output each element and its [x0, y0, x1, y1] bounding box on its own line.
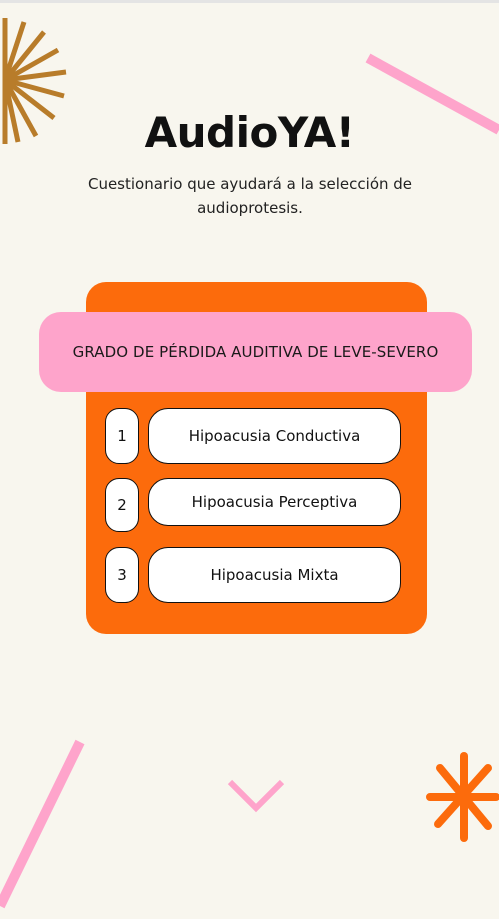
- option-number-1: 1: [105, 408, 139, 464]
- option-number-2: 2: [105, 478, 139, 532]
- option-button-1[interactable]: Hipoacusia Conductiva: [148, 408, 401, 464]
- option-button-3[interactable]: Hipoacusia Mixta: [148, 547, 401, 603]
- asterisk-icon: [426, 752, 499, 842]
- question-heading: GRADO DE PÉRDIDA AUDITIVA DE LEVE-SEVERO: [39, 312, 472, 392]
- app-title: AudioYA!: [144, 108, 355, 157]
- pink-diagonal-decoration: [0, 739, 85, 909]
- status-bar-strip: [0, 0, 499, 3]
- option-number-3: 3: [105, 547, 139, 603]
- option-button-2[interactable]: Hipoacusia Perceptiva: [148, 478, 401, 526]
- app-subtitle: Cuestionario que ayudará a la selección …: [87, 175, 413, 217]
- chevron-down-icon[interactable]: [226, 776, 286, 816]
